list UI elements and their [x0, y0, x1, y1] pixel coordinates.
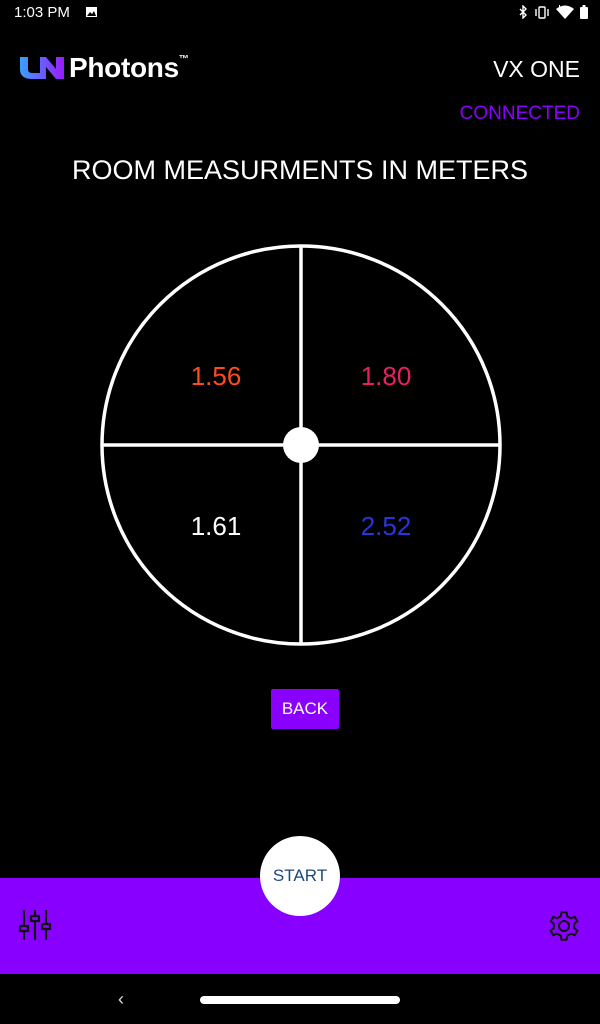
status-icons: [519, 5, 588, 19]
trademark-mark: ™: [178, 54, 189, 65]
image-icon: [86, 7, 97, 17]
mixer-sliders-icon[interactable]: [18, 908, 52, 942]
battery-icon: [580, 5, 588, 19]
vibrate-icon: [535, 5, 549, 19]
measurement-top-right: 1.80: [360, 361, 412, 391]
dial-graphic: [100, 244, 502, 646]
app-screen: 1:03 PM Photons ™ VX ONE CONNECTED ROOM …: [0, 0, 600, 1024]
wifi-icon: [556, 5, 574, 19]
connection-status: CONNECTED: [459, 103, 580, 124]
measurement-bottom-right: 2.52: [360, 511, 412, 541]
photons-logo-mark-icon: [20, 57, 64, 79]
gear-icon[interactable]: [547, 909, 581, 943]
measurement-bottom-left: 1.61: [190, 511, 242, 541]
nav-back-icon[interactable]: ‹: [118, 989, 124, 1010]
status-bar: 1:03 PM: [0, 0, 600, 26]
room-measurement-dial: 1.56 1.80 1.61 2.52: [100, 244, 502, 646]
page-title: ROOM MEASURMENTS IN METERS: [71, 155, 529, 185]
back-button[interactable]: BACK: [271, 689, 339, 729]
system-nav-bar: ‹: [0, 974, 600, 1024]
status-time: 1:03 PM: [14, 4, 70, 21]
brand-name: Photons: [69, 52, 179, 83]
photons-logo: Photons ™: [20, 52, 189, 84]
measurement-top-left: 1.56: [190, 361, 242, 391]
nav-home-pill[interactable]: [200, 996, 400, 1004]
start-button[interactable]: START: [260, 836, 340, 916]
bluetooth-icon: [519, 5, 527, 19]
device-name: VX ONE: [493, 56, 580, 82]
